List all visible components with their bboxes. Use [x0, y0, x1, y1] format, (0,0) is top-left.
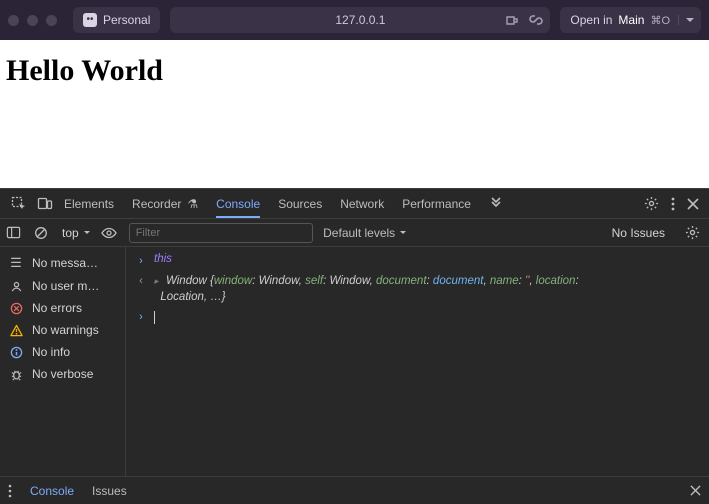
page-heading: Hello World	[6, 54, 703, 88]
chevron-down-icon[interactable]	[678, 15, 695, 25]
tab-sources[interactable]: Sources	[278, 190, 322, 218]
sidebar-item-verbose[interactable]: No verbose	[0, 363, 125, 385]
tab-network[interactable]: Network	[340, 190, 384, 218]
profile-button[interactable]: •• Personal	[73, 7, 160, 33]
devtools-tabbar: Elements Recorder⚗ Console Sources Netwo…	[0, 189, 709, 219]
error-icon	[8, 302, 24, 315]
device-icon[interactable]	[32, 196, 58, 212]
close-window-dot[interactable]	[8, 15, 19, 26]
open-in-button[interactable]: Open in Main ⌘O	[560, 7, 701, 33]
drawer-tab-console[interactable]: Console	[30, 484, 74, 498]
list-icon: ☰	[8, 255, 24, 271]
tab-recorder[interactable]: Recorder⚗	[132, 190, 198, 218]
issues-summary[interactable]: No Issues	[612, 226, 665, 240]
console-sidebar: ☰ No messa… No user m… No errors No war	[0, 247, 126, 476]
address-bar[interactable]: 127.0.0.1	[170, 7, 550, 33]
clear-console-icon[interactable]	[34, 226, 52, 240]
devtools-drawer: Console Issues	[0, 476, 709, 504]
open-in-label: Open in	[570, 13, 612, 27]
context-selector[interactable]: top	[62, 226, 91, 240]
window-controls	[8, 15, 57, 26]
tab-elements[interactable]: Elements	[64, 190, 114, 218]
text-cursor	[154, 311, 155, 324]
devtools-tabs: Elements Recorder⚗ Console Sources Netwo…	[64, 190, 644, 218]
profile-icon: ••	[83, 13, 97, 27]
tab-performance[interactable]: Performance	[402, 190, 471, 218]
address-text: 127.0.0.1	[335, 13, 385, 27]
maximize-window-dot[interactable]	[46, 15, 57, 26]
tab-console[interactable]: Console	[216, 190, 260, 218]
console-input-row: › this	[126, 251, 709, 271]
minimize-window-dot[interactable]	[27, 15, 38, 26]
console-prompt[interactable]: ›	[126, 307, 709, 327]
filter-input[interactable]	[129, 223, 313, 243]
close-icon[interactable]	[690, 485, 701, 496]
kebab-icon[interactable]	[671, 197, 675, 211]
link-icon[interactable]	[528, 12, 544, 28]
log-levels-selector[interactable]: Default levels	[323, 226, 407, 240]
inspect-icon[interactable]	[6, 196, 32, 212]
expand-arrow-icon[interactable]: ▸	[154, 273, 162, 289]
sidebar-item-errors[interactable]: No errors	[0, 297, 125, 319]
drawer-tab-issues[interactable]: Issues	[92, 484, 127, 498]
console-output-row: ‹ ▸Window {window: Window, self: Window,…	[126, 271, 709, 307]
sidebar-toggle-icon[interactable]	[6, 225, 24, 240]
warning-icon	[8, 324, 24, 337]
sidebar-item-info[interactable]: No info	[0, 341, 125, 363]
info-icon	[8, 346, 24, 359]
gear-icon[interactable]	[644, 196, 659, 211]
browser-chrome: •• Personal 127.0.0.1 Open in Main ⌘O	[0, 0, 709, 40]
open-in-target: Main	[618, 13, 644, 27]
user-icon	[8, 280, 24, 293]
gear-icon[interactable]	[685, 225, 703, 240]
console-input-text: this	[154, 253, 172, 265]
eye-icon[interactable]	[101, 225, 119, 241]
filter-input-wrap	[129, 223, 313, 243]
console-toolbar: top Default levels No Issues	[0, 219, 709, 247]
console-output-text[interactable]: ▸Window {window: Window, self: Window, d…	[154, 273, 579, 305]
sidebar-item-messages[interactable]: ☰ No messa…	[0, 251, 125, 275]
output-chevron-icon: ‹	[134, 273, 148, 289]
close-icon[interactable]	[687, 198, 699, 210]
kebab-icon[interactable]	[8, 484, 12, 498]
console-output[interactable]: › this ‹ ▸Window {window: Window, self: …	[126, 247, 709, 476]
devtools-panel: Elements Recorder⚗ Console Sources Netwo…	[0, 188, 709, 504]
page-viewport: Hello World	[0, 40, 709, 188]
sidebar-item-warnings[interactable]: No warnings	[0, 319, 125, 341]
open-in-shortcut: ⌘O	[650, 14, 670, 27]
flask-icon: ⚗	[187, 197, 198, 211]
extensions-icon[interactable]	[504, 12, 520, 28]
tabs-overflow-icon[interactable]	[489, 190, 503, 218]
bug-icon	[8, 368, 24, 381]
input-chevron-icon: ›	[134, 253, 148, 269]
sidebar-item-user[interactable]: No user m…	[0, 275, 125, 297]
profile-label: Personal	[103, 13, 150, 27]
input-chevron-icon: ›	[134, 309, 148, 325]
